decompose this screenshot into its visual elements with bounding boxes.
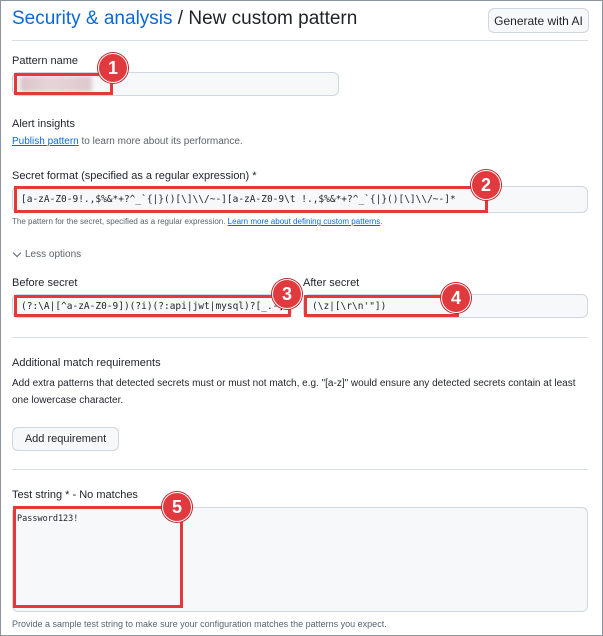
callout-badge-2: 2 [471, 170, 501, 200]
page-title: Security & analysis / New custom pattern [12, 8, 357, 30]
alert-insights-title: Alert insights [12, 118, 75, 130]
callout-box-5 [13, 506, 183, 608]
callout-badge-1: 1 [98, 53, 128, 83]
chevron-down-icon [12, 248, 22, 258]
breadcrumb-current: New custom pattern [188, 8, 358, 29]
test-string-label: Test string * - No matches [12, 489, 138, 501]
after-secret-label: After secret [303, 277, 360, 289]
requirements-divider [12, 469, 588, 470]
callout-box-3 [14, 295, 291, 317]
callout-badge-4: 4 [441, 283, 471, 313]
additional-requirements-description: Add extra patterns that detected secrets… [12, 378, 576, 406]
less-options-toggle[interactable]: Less options [12, 248, 82, 260]
less-options-label: Less options [25, 249, 82, 260]
add-requirement-button[interactable]: Add requirement [12, 427, 119, 451]
breadcrumb-security-analysis[interactable]: Security & analysis [12, 8, 173, 29]
options-divider [12, 337, 588, 338]
publish-pattern-link[interactable]: Publish pattern [12, 136, 79, 147]
secret-format-label: Secret format (specified as a regular ex… [12, 170, 257, 182]
callout-box-2 [14, 186, 488, 213]
test-string-help: Provide a sample test string to make sur… [12, 619, 387, 629]
callout-box-4 [304, 295, 459, 317]
generate-with-ai-button[interactable]: Generate with AI [488, 8, 589, 33]
pattern-name-label: Pattern name [12, 55, 79, 67]
secret-format-help: The pattern for the secret, specified as… [12, 217, 382, 226]
secret-format-help-text: The pattern for the secret, specified as… [12, 217, 228, 226]
callout-box-1 [14, 73, 113, 95]
header-divider [12, 40, 588, 41]
alert-insights-description: to learn more about its performance. [78, 136, 243, 147]
secret-format-help-end: . [380, 217, 383, 226]
learn-more-link[interactable]: Learn more about defining custom pattern… [228, 217, 381, 226]
before-secret-label: Before secret [12, 277, 78, 289]
alert-insights-text: Publish pattern to learn more about its … [12, 136, 243, 147]
callout-badge-3: 3 [272, 279, 302, 309]
callout-badge-5: 5 [162, 492, 192, 522]
breadcrumb-separator: / [177, 8, 184, 29]
additional-requirements-title: Additional match requirements [12, 357, 161, 369]
